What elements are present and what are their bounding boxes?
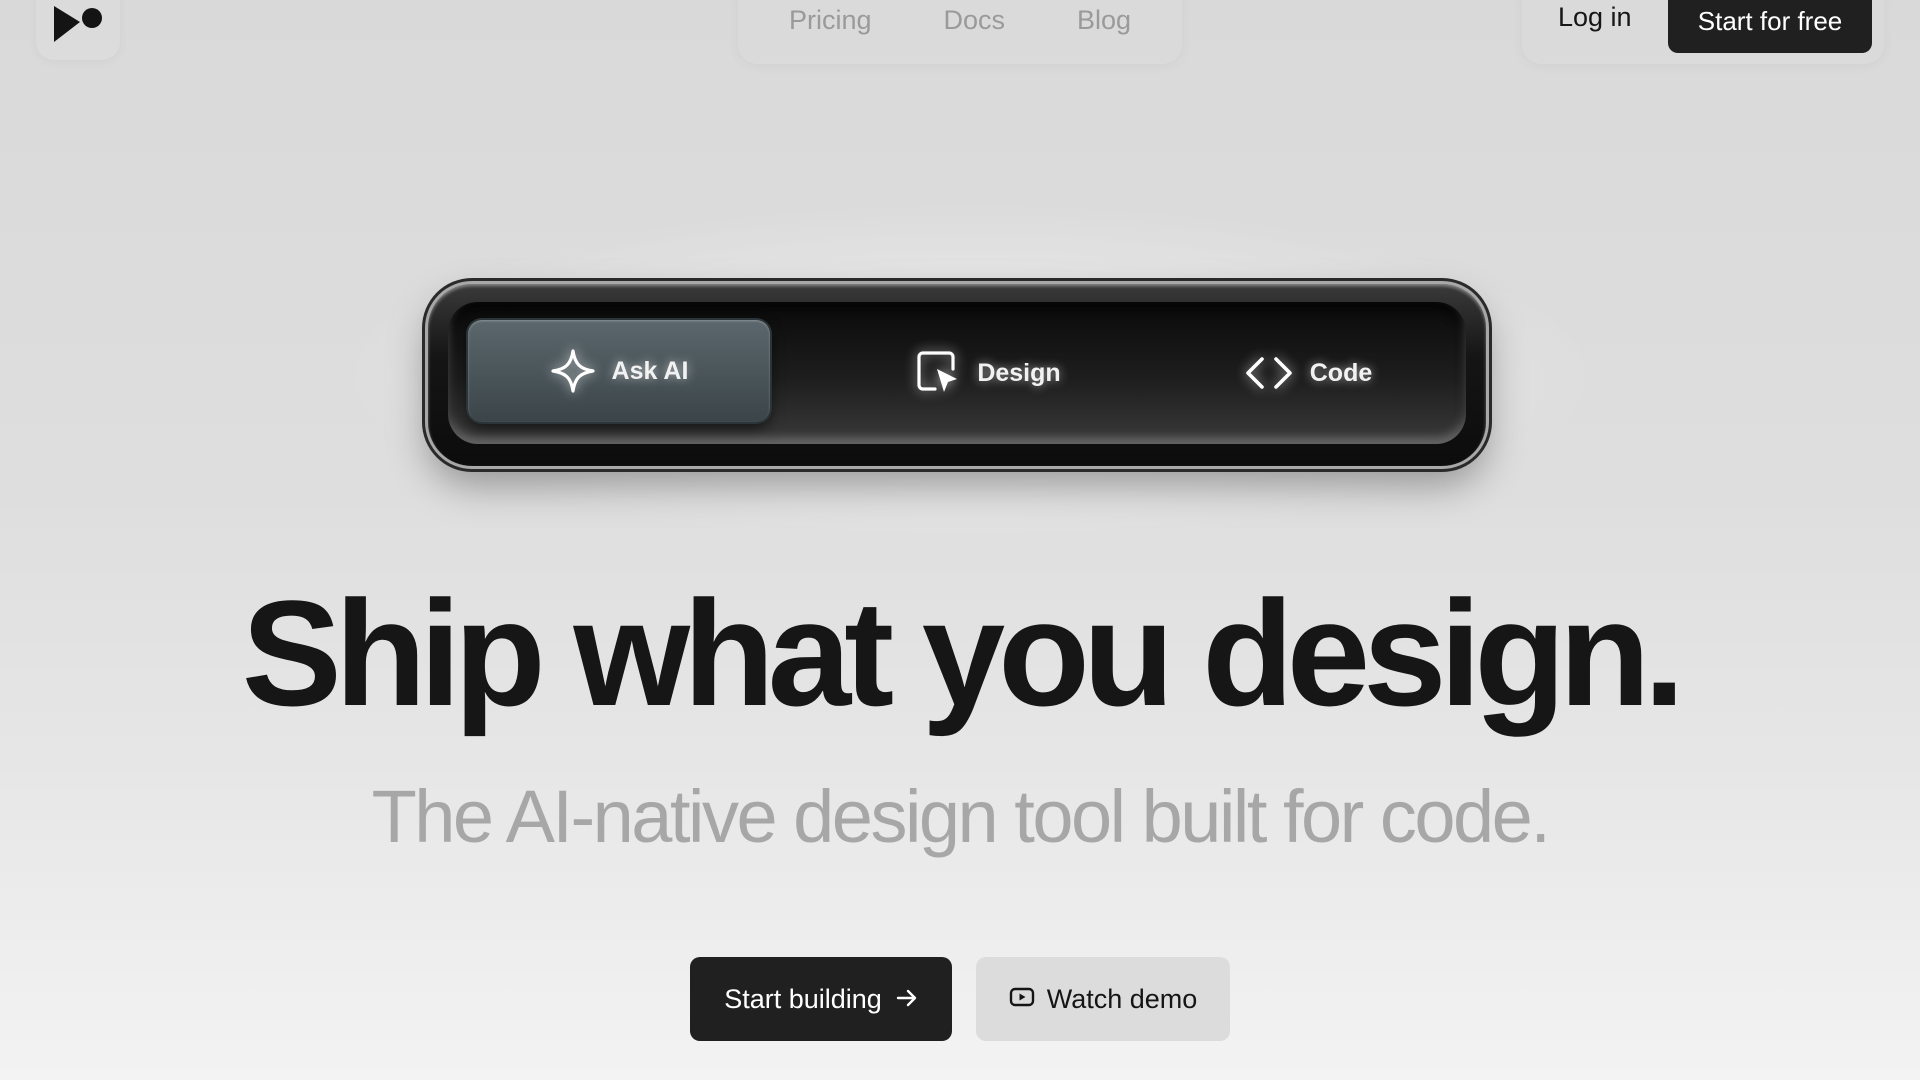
toolbar-ask-ai-button[interactable]: Ask AI (468, 320, 770, 422)
mode-toolbar: Ask AI Design Code (428, 284, 1486, 466)
mode-toolbar-track: Ask AI Design Code (448, 302, 1466, 444)
toolbar-design-button[interactable]: Design (868, 302, 1108, 444)
brand-logo-icon (54, 6, 102, 42)
toolbar-code-label: Code (1309, 358, 1373, 387)
play-icon (1009, 984, 1035, 1015)
landing-page: Pricing Docs Blog Log in Start for free … (0, 0, 1920, 1080)
start-building-button[interactable]: Start building (690, 957, 952, 1041)
code-brackets-icon (1244, 353, 1294, 393)
nav-link-blog[interactable]: Blog (1077, 5, 1131, 36)
toolbar-code-button[interactable]: Code (1188, 302, 1428, 444)
nav-link-pricing[interactable]: Pricing (789, 5, 872, 36)
watch-demo-label: Watch demo (1046, 983, 1198, 1014)
toolbar-ask-ai-label: Ask AI (611, 356, 689, 385)
start-for-free-button[interactable]: Start for free (1668, 0, 1872, 53)
logo-link[interactable] (36, 0, 120, 60)
main-nav: Pricing Docs Blog (738, 0, 1182, 64)
arrow-right-icon (896, 984, 918, 1015)
hero-headline: Ship what you design. (241, 569, 1685, 737)
watch-demo-button[interactable]: Watch demo (976, 957, 1230, 1041)
nav-link-docs[interactable]: Docs (943, 5, 1005, 36)
cursor-frame-icon (915, 349, 961, 397)
login-link[interactable]: Log in (1558, 2, 1632, 33)
toolbar-design-label: Design (977, 358, 1061, 387)
sparkle-icon (550, 348, 596, 394)
hero-subheadline: The AI-native design tool built for code… (371, 775, 1551, 858)
start-building-label: Start building (724, 983, 882, 1014)
